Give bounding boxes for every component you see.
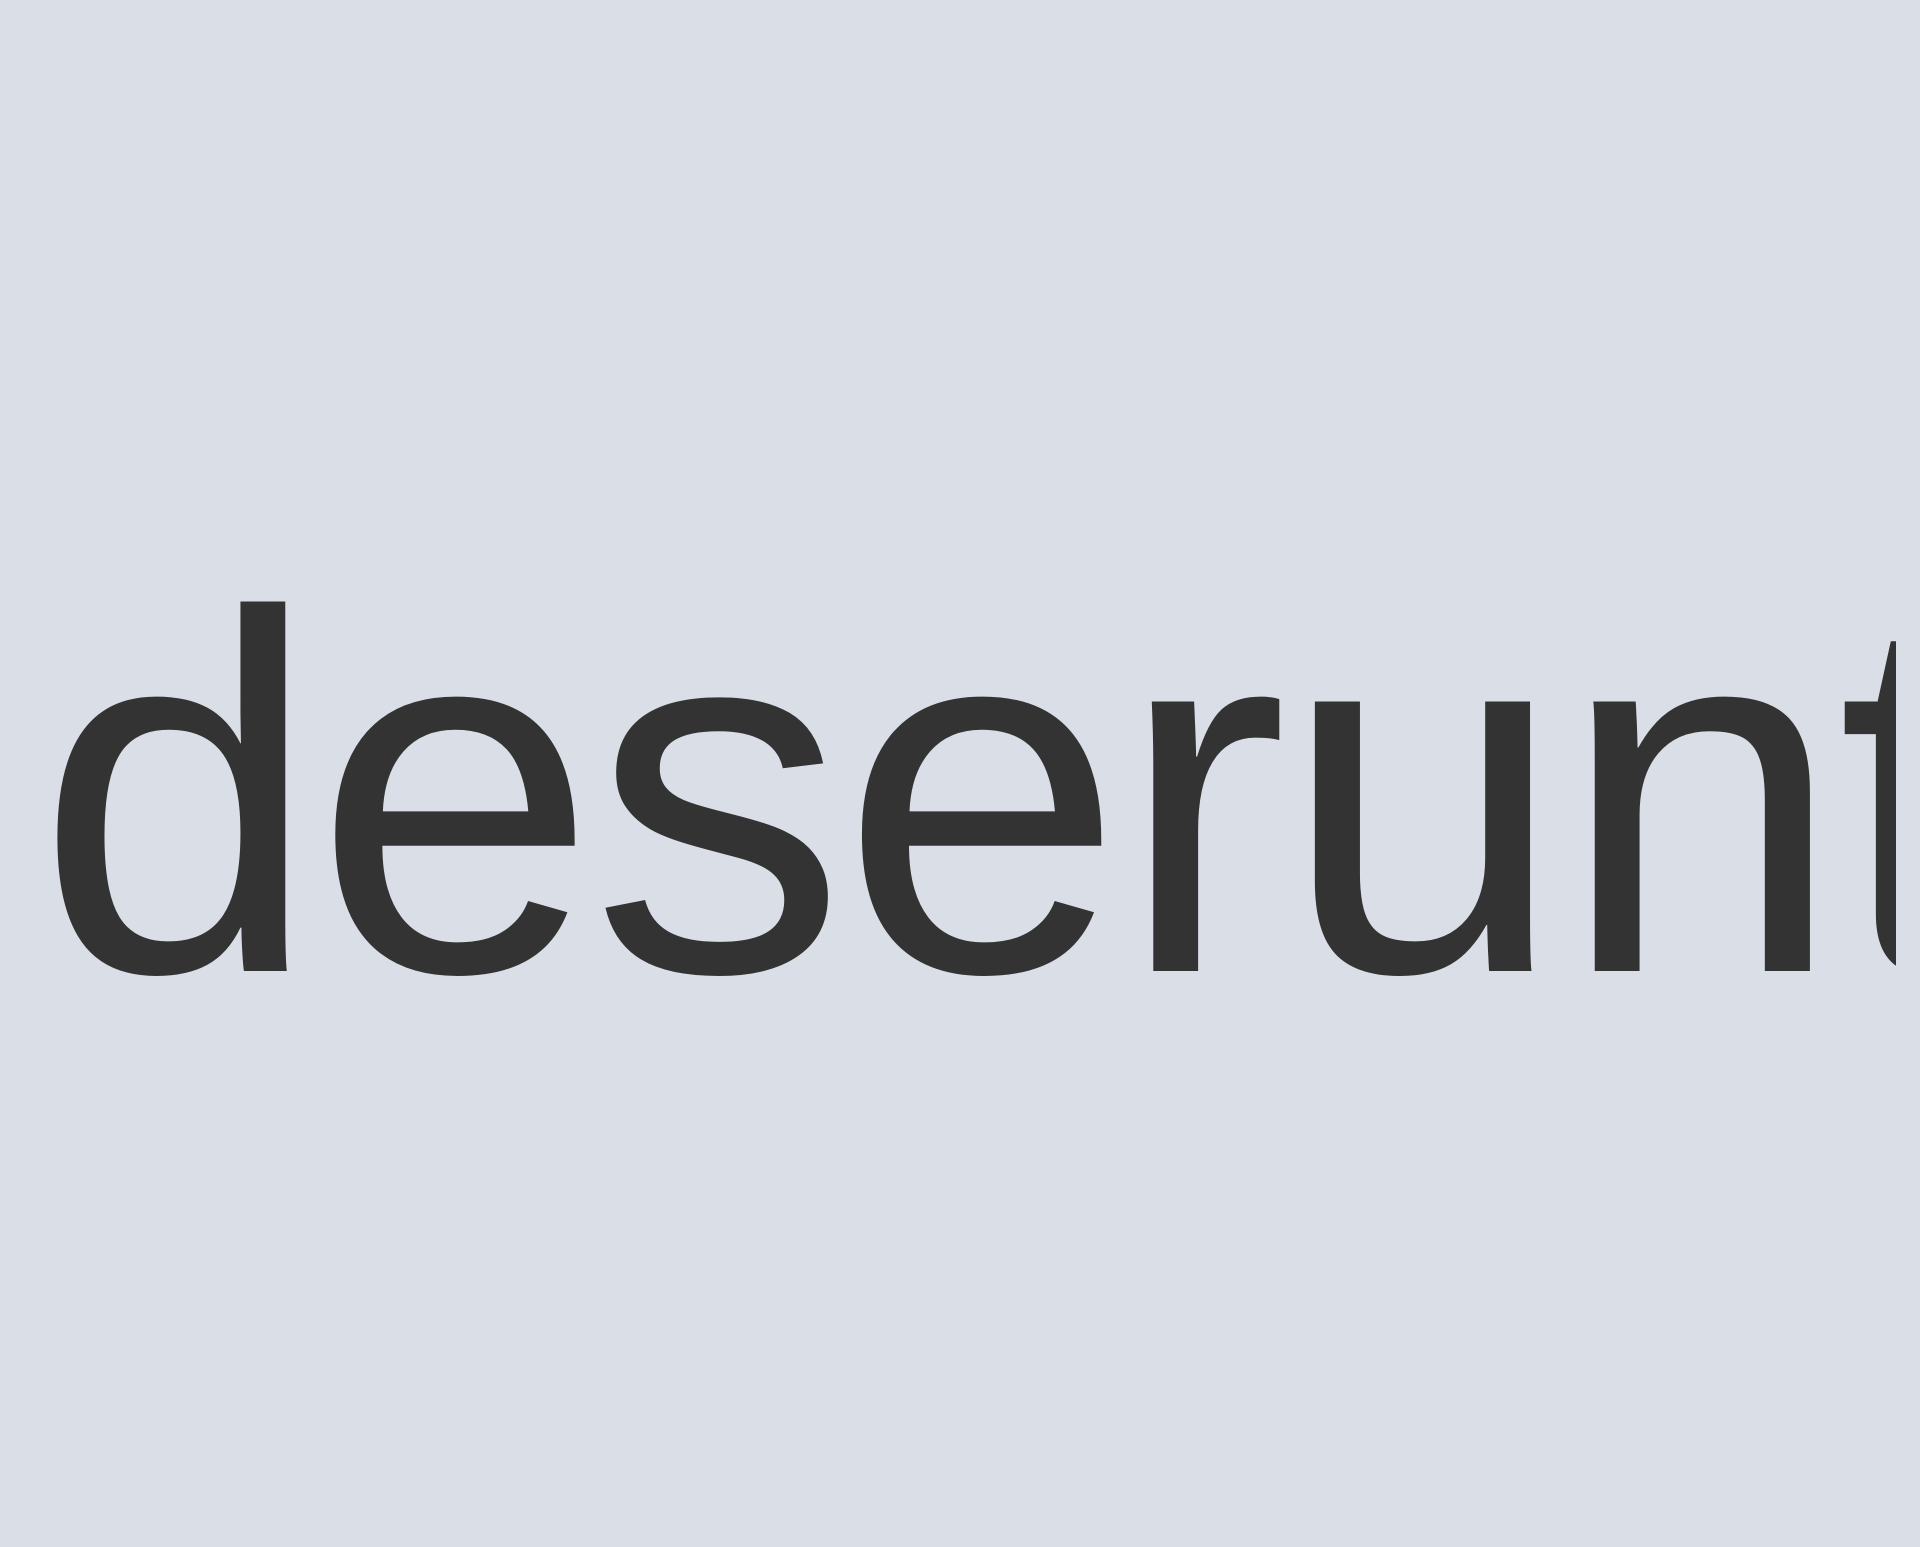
screen-background: deserunt (0, 0, 1920, 1547)
display-word: deserunt (36, 560, 1896, 1030)
